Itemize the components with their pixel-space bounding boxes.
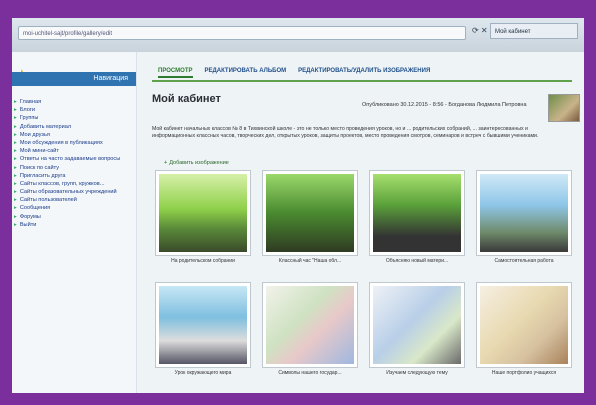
content-tabs: ПРОСМОТР РЕДАКТИРОВАТЬ АЛЬБОМ РЕДАКТИРОВ… [158, 64, 430, 78]
sidebar-item[interactable]: ▸ Сайты пользователей [14, 196, 132, 204]
browser-nav-icons[interactable]: ⟳ ✕ [472, 26, 488, 35]
gallery-item[interactable]: Классный час "Наша обл... [262, 170, 358, 270]
sidebar-item[interactable]: ▸ Главная [14, 98, 132, 106]
gallery-thumbnail[interactable] [476, 282, 572, 368]
sidebar-item[interactable]: ▸ Мои обсуждения в публикациях [14, 139, 132, 147]
gallery-item[interactable]: Самостоятельная работа [476, 170, 572, 270]
bullet-icon: ▸ [14, 197, 17, 204]
gallery-thumbnail[interactable] [155, 170, 251, 256]
bullet-icon: ▸ [14, 156, 17, 163]
gallery-caption[interactable]: Изучаем следующую тему [369, 370, 465, 376]
sidebar: ★ Навигация ▸Главная ▸Блоги ▸Группы ▸Доб… [12, 52, 137, 393]
sidebar-item[interactable]: ▸ Ответы на часто задаваемые вопросы [14, 155, 132, 163]
bullet-icon: ▸ [14, 189, 17, 196]
bullet-icon: ▸ [14, 172, 17, 179]
bullet-icon: ▸ [14, 99, 17, 105]
page-title: Мой кабинет [152, 93, 221, 105]
sidebar-item[interactable]: ▸ Форумы [14, 213, 132, 221]
add-image-link[interactable]: + Добавить изображение [164, 160, 229, 166]
sidebar-item[interactable]: ▸ Блоги [14, 106, 132, 114]
browser-toolbar: moi-uchitel-sajt/profile/gallery/edit ⟳ … [12, 18, 584, 52]
tab-edit-images[interactable]: РЕДАКТИРОВАТЬ/УДАЛИТЬ ИЗОБРАЖЕНИЯ [298, 64, 430, 78]
gallery-caption[interactable]: Наше портфолио учащихся [476, 370, 572, 376]
tabs-divider [152, 80, 572, 82]
gallery-thumbnail[interactable] [155, 282, 251, 368]
bullet-icon: ▸ [14, 139, 17, 146]
sidebar-item[interactable]: ▸ Мой мини-сайт [14, 147, 132, 155]
tab-edit-album[interactable]: РЕДАКТИРОВАТЬ АЛЬБОМ [205, 64, 287, 78]
sidebar-item[interactable]: ▸ Группы [14, 114, 132, 122]
classroom-photo [266, 174, 354, 252]
publication-meta: Опубликовано 30.12.2015 - 8:56 - Богдано… [362, 102, 527, 108]
gallery-caption[interactable]: Классный час "Наша обл... [262, 258, 358, 264]
gallery-caption[interactable]: Урок окружающего мира [155, 370, 251, 376]
bullet-icon: ▸ [14, 148, 17, 155]
gallery-caption[interactable]: На родительском собрании [155, 258, 251, 264]
gallery-thumbnail[interactable] [262, 282, 358, 368]
classroom-photo [373, 174, 461, 252]
album-description: Мой кабинет начальных классов № 8 в Тихв… [152, 126, 539, 139]
gallery-item[interactable]: Наше портфолио учащихся [476, 282, 572, 382]
sidebar-item[interactable]: ▸ Выйти [14, 221, 132, 229]
sidebar-item[interactable]: ▸ Добавить материал [14, 123, 132, 131]
address-bar[interactable]: moi-uchitel-sajt/profile/gallery/edit [18, 26, 466, 40]
sidebar-header: Навигация [12, 72, 136, 86]
classroom-photo [373, 286, 461, 364]
bullet-icon: ▸ [14, 205, 17, 212]
tab-view[interactable]: ПРОСМОТР [158, 64, 193, 78]
author-avatar[interactable] [548, 94, 580, 122]
gallery-item[interactable]: Изучаем следующую тему [369, 282, 465, 382]
gallery-item[interactable]: Урок окружающего мира [155, 282, 251, 382]
classroom-photo [159, 286, 247, 364]
sidebar-item[interactable]: ▸ Поиск по сайту [14, 164, 132, 172]
sidebar-item[interactable]: ▸ Сайты классов, групп, кружков... [14, 180, 132, 188]
sidebar-item[interactable]: ▸ Сообщения [14, 204, 132, 212]
classroom-photo [480, 286, 568, 364]
bullet-icon: ▸ [14, 107, 17, 114]
classroom-photo [159, 174, 247, 252]
sidebar-menu: ▸ Главная ▸ Блоги ▸ Группы ▸ Добавить матери… [14, 98, 132, 229]
bullet-icon: ▸ [14, 164, 17, 171]
bullet-icon: ▸ [14, 213, 17, 220]
bullet-icon: ▸ [14, 123, 17, 130]
browser-tab[interactable]: Мой кабинет [490, 23, 578, 39]
bullet-icon: ▸ [14, 180, 17, 187]
monitor-screen: moi-uchitel-sajt/profile/gallery/edit ⟳ … [12, 18, 584, 393]
classroom-photo [480, 174, 568, 252]
bullet-icon: ▸ [14, 115, 17, 122]
gallery-item[interactable]: Объясняю новый матери... [369, 170, 465, 270]
gallery-caption[interactable]: Объясняю новый матери... [369, 258, 465, 264]
gallery-caption[interactable]: Самостоятельная работа [476, 258, 572, 264]
bullet-icon: ▸ [14, 131, 17, 138]
bullet-icon: ▸ [14, 221, 17, 228]
gallery-item[interactable]: Символы нашего государ... [262, 282, 358, 382]
plus-icon: + [164, 160, 168, 166]
gallery-item[interactable]: На родительском собрании [155, 170, 251, 270]
sidebar-item[interactable]: ▸ Пригласить друга [14, 172, 132, 180]
gallery-thumbnail[interactable] [369, 170, 465, 256]
sidebar-item[interactable]: ▸ Мои друзья [14, 131, 132, 139]
classroom-photo [266, 286, 354, 364]
gallery-thumbnail[interactable] [262, 170, 358, 256]
gallery-thumbnail[interactable] [369, 282, 465, 368]
gallery-caption[interactable]: Символы нашего государ... [262, 370, 358, 376]
sidebar-item[interactable]: ▸ Сайты образовательных учреждений [14, 188, 132, 196]
gallery-thumbnail[interactable] [476, 170, 572, 256]
